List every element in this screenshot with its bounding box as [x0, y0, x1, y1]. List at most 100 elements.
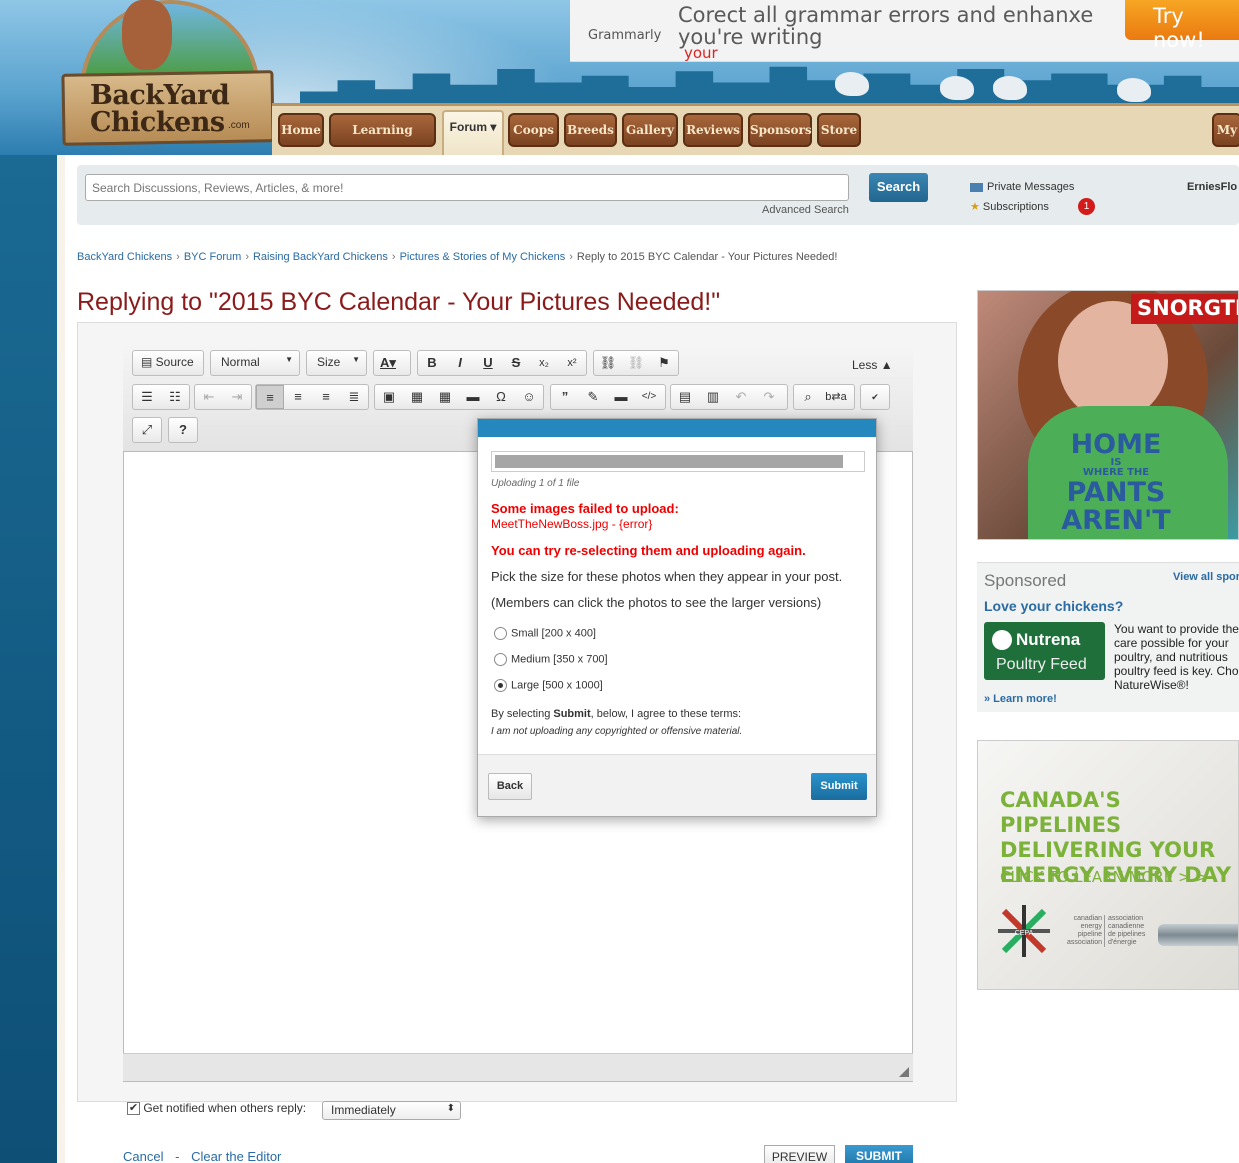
maximize-button[interactable]: ⤢: [132, 417, 162, 443]
less-toggle[interactable]: Less ▲: [852, 358, 893, 372]
shirt-line: IS: [1110, 457, 1122, 468]
site-logo[interactable]: BackYard Chickens .com: [61, 0, 275, 150]
nav-reviews[interactable]: Reviews: [683, 113, 743, 147]
clear-editor-link[interactable]: Clear the Editor: [191, 1149, 281, 1163]
text-color-button[interactable]: A▾: [373, 350, 411, 376]
username-link[interactable]: ErniesFlo: [1187, 181, 1237, 193]
help-button[interactable]: ?: [168, 417, 198, 443]
nutrena-brand: Nutrena: [1016, 630, 1081, 649]
comment-icon[interactable]: ▬: [607, 385, 635, 409]
nav-gallery[interactable]: Gallery: [622, 113, 678, 147]
horizontal-rule-icon[interactable]: ▬: [459, 385, 487, 409]
subscriptions-link[interactable]: ★ Subscriptions: [970, 200, 1049, 213]
bulleted-list-icon[interactable]: ☷: [161, 385, 189, 409]
search-button[interactable]: Search: [869, 173, 928, 202]
align-left-icon[interactable]: ≡: [256, 385, 284, 409]
anchor-flag-icon[interactable]: ⚑: [650, 351, 678, 375]
breadcrumb-separator: ›: [245, 251, 249, 263]
nav-breeds[interactable]: Breeds: [564, 113, 617, 147]
size-option-large[interactable]: Large [500 x 1000]: [494, 679, 603, 692]
cancel-link[interactable]: Cancel: [123, 1149, 163, 1163]
private-messages-link[interactable]: Private Messages: [970, 181, 1074, 193]
unlink-icon[interactable]: ⛓: [622, 351, 650, 375]
spellcheck-button[interactable]: ✔: [860, 384, 890, 410]
grammarly-ad-banner[interactable]: Grammarly Corect all grammar errors and …: [570, 0, 1239, 62]
table-icon[interactable]: ▦: [431, 385, 459, 409]
replace-icon[interactable]: b⇄a: [822, 385, 850, 409]
strikethrough-icon[interactable]: S: [502, 351, 530, 375]
radio-large[interactable]: [494, 679, 507, 692]
underline-icon[interactable]: U: [474, 351, 502, 375]
snorg-tees-ad[interactable]: HOME IS WHERE THE PANTS AREN'T SNORGTE: [977, 290, 1239, 540]
notification-badge[interactable]: 1: [1078, 198, 1095, 215]
help-icon: ?: [179, 422, 187, 437]
search-input[interactable]: [85, 174, 849, 201]
dialog-header[interactable]: [478, 419, 876, 437]
outdent-icon[interactable]: ⇤: [195, 385, 223, 409]
breadcrumb-item[interactable]: Pictures & Stories of My Chickens: [400, 251, 566, 263]
smiley-icon[interactable]: ☺: [515, 385, 543, 409]
breadcrumb-item[interactable]: BYC Forum: [184, 251, 241, 263]
image-icon[interactable]: ▣: [375, 385, 403, 409]
page-title: Replying to "2015 BYC Calendar - Your Pi…: [77, 288, 721, 316]
nav-forum[interactable]: Forum ▾: [442, 110, 504, 156]
nav-store[interactable]: Store: [817, 113, 861, 147]
video-icon[interactable]: ▦: [403, 385, 431, 409]
find-icon[interactable]: ⌕: [794, 385, 822, 409]
notify-row: ✔ Get notified when others reply:: [127, 1101, 306, 1116]
align-center-icon[interactable]: ≡: [284, 385, 312, 409]
link-icon[interactable]: ⛓: [594, 351, 622, 375]
grammarly-ad-text: Corect all grammar errors and enhanxe yo…: [678, 4, 1093, 62]
advanced-search-link[interactable]: Advanced Search: [762, 204, 849, 216]
submit-button[interactable]: Submit: [811, 773, 867, 800]
sponsor-headline-link[interactable]: Love your chickens?: [984, 598, 1123, 614]
subscript-icon[interactable]: x₂: [530, 351, 558, 375]
main-nav: Home Learning Center Forum ▾ Coops Breed…: [272, 103, 1239, 167]
special-char-icon[interactable]: Ω: [487, 385, 515, 409]
notify-checkbox[interactable]: ✔: [127, 1102, 140, 1116]
nav-learning-center[interactable]: Learning Center: [329, 113, 436, 167]
submit-reply-button[interactable]: SUBMIT: [845, 1145, 913, 1163]
preview-button[interactable]: PREVIEW: [764, 1145, 835, 1163]
breadcrumb-separator: ›: [569, 251, 573, 263]
numbered-list-icon[interactable]: ☰: [133, 385, 161, 409]
size-label: Size: [317, 355, 341, 369]
cepa-ad[interactable]: CANADA'S PIPELINES DELIVERING YOUR ENERG…: [977, 740, 1239, 990]
terms-bold: Submit: [553, 708, 591, 720]
try-now-button[interactable]: Try now!: [1125, 0, 1239, 52]
nav-sponsors[interactable]: Sponsors: [748, 113, 812, 147]
ad-shirt-text: HOME IS WHERE THE PANTS AREN'T: [1046, 431, 1186, 535]
bold-icon[interactable]: B: [418, 351, 446, 375]
quote-icon[interactable]: ”: [551, 385, 579, 409]
paste-icon[interactable]: ▤: [671, 385, 699, 409]
view-all-sponsors-link[interactable]: View all spor: [1173, 571, 1239, 583]
superscript-icon[interactable]: x²: [558, 351, 586, 375]
radio-small[interactable]: [494, 627, 507, 640]
notify-frequency-select[interactable]: Immediately ⬍: [322, 1101, 461, 1120]
back-button[interactable]: Back: [488, 773, 532, 800]
undo-icon[interactable]: ↶: [727, 385, 755, 409]
align-right-icon[interactable]: ≡: [312, 385, 340, 409]
nutrena-logo[interactable]: Nutrena Poultry Feed: [984, 622, 1105, 680]
size-option-medium[interactable]: Medium [350 x 700]: [494, 653, 608, 666]
code-icon[interactable]: </>: [635, 385, 663, 409]
align-justify-icon[interactable]: ≣: [340, 385, 368, 409]
source-button[interactable]: ▤ Source: [132, 350, 204, 376]
size-dropdown[interactable]: Size ▼: [306, 350, 367, 376]
italic-icon[interactable]: I: [446, 351, 474, 375]
indent-icon[interactable]: ⇥: [223, 385, 251, 409]
nav-my[interactable]: My: [1212, 113, 1239, 147]
attachment-icon[interactable]: ✎: [579, 385, 607, 409]
radio-medium[interactable]: [494, 653, 507, 666]
nav-coops[interactable]: Coops: [508, 113, 559, 147]
redo-icon[interactable]: ↷: [755, 385, 783, 409]
format-dropdown[interactable]: Normal ▼: [210, 350, 300, 376]
learn-more-link[interactable]: » Learn more!: [984, 693, 1057, 705]
breadcrumb-item[interactable]: BackYard Chickens: [77, 251, 172, 263]
breadcrumb-item[interactable]: Raising BackYard Chickens: [253, 251, 388, 263]
resize-handle-icon[interactable]: [899, 1067, 909, 1077]
snorg-logo: SNORGTE: [1131, 294, 1238, 324]
size-option-small[interactable]: Small [200 x 400]: [494, 627, 596, 640]
paste-text-icon[interactable]: ▥: [699, 385, 727, 409]
nav-home[interactable]: Home: [278, 113, 324, 147]
